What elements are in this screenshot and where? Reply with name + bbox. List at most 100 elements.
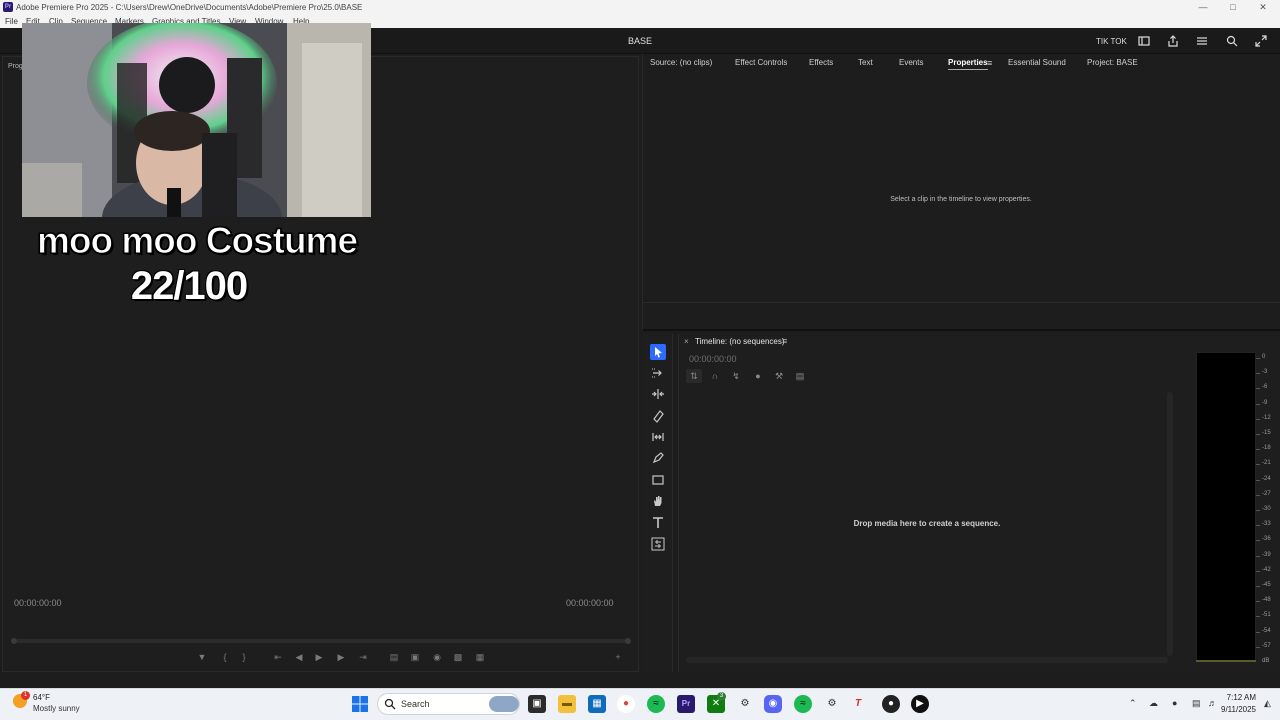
linked-selection-icon[interactable]: ↯: [728, 369, 744, 383]
db-scale-tick: [1256, 449, 1260, 451]
db-scale-tick: [1256, 555, 1260, 557]
type-tool-icon[interactable]: [650, 515, 666, 531]
db-scale-tick: [1256, 479, 1260, 481]
db-scale-label: -27: [1262, 490, 1271, 497]
export-frame-icon[interactable]: ◉: [430, 651, 444, 663]
weather-description[interactable]: Mostly sunny: [33, 704, 80, 713]
tab-text[interactable]: Text: [858, 58, 873, 67]
tray-cloud-icon[interactable]: ☁: [1149, 698, 1158, 709]
scrub-out-handle[interactable]: [625, 638, 631, 644]
timeline-menu-icon[interactable]: ≡: [782, 336, 787, 346]
db-scale-tick: [1256, 631, 1260, 633]
close-button[interactable]: ✕: [1248, 1, 1278, 13]
properties-divider: [642, 302, 1280, 303]
mark-in-icon[interactable]: {: [218, 651, 232, 663]
button-editor-icon[interactable]: +: [611, 651, 625, 663]
timeline-close-icon[interactable]: ×: [684, 337, 689, 346]
share-icon[interactable]: [1166, 34, 1180, 48]
file-explorer-icon[interactable]: ▬: [558, 695, 576, 713]
insert-nest-icon[interactable]: ⇅: [686, 369, 702, 383]
text-app-icon[interactable]: T: [849, 695, 867, 713]
playhead-timecode[interactable]: 00:00:00:00: [14, 598, 62, 608]
rectangle-tool-icon[interactable]: [650, 472, 666, 488]
proxy-toggle-icon[interactable]: ▦: [473, 651, 487, 663]
panel-layout-icon[interactable]: [1137, 34, 1151, 48]
menu-lines-icon[interactable]: [1195, 34, 1209, 48]
notification-bell-icon[interactable]: ◭: [1264, 698, 1271, 709]
timeline-drop-message[interactable]: Drop media here to create a sequence.: [678, 519, 1176, 528]
db-scale-label: -21: [1262, 460, 1271, 467]
db-scale-label: -3: [1262, 369, 1268, 376]
timeline-horizontal-scrollbar[interactable]: [686, 657, 1168, 663]
comparison-view-icon[interactable]: ▩: [451, 651, 465, 663]
track-select-tool-icon[interactable]: [650, 365, 666, 381]
captions-icon[interactable]: ▤: [792, 369, 808, 383]
db-scale-tick: [1256, 586, 1260, 587]
minimize-button[interactable]: —: [1188, 1, 1218, 13]
taskbar-search-placeholder: Search: [401, 699, 430, 709]
timeline-title[interactable]: Timeline: (no sequences): [695, 337, 785, 346]
tray-chevron-up-icon[interactable]: ⌃: [1129, 698, 1137, 709]
go-to-in-icon[interactable]: ⇤: [271, 651, 285, 663]
maximize-button[interactable]: □: [1218, 1, 1248, 13]
task-view-icon[interactable]: ▣: [528, 695, 546, 713]
tab-properties[interactable]: Properties: [948, 58, 988, 70]
ripple-edit-tool-icon[interactable]: [650, 386, 666, 402]
chrome-icon[interactable]: ●: [617, 695, 635, 713]
timeline-vertical-scrollbar[interactable]: [1167, 392, 1173, 656]
clock-time[interactable]: 7:12 AM: [1200, 693, 1256, 702]
tab-essential-sound[interactable]: Essential Sound: [1008, 58, 1066, 67]
snap-icon[interactable]: ∩: [707, 369, 723, 383]
hand-tool-icon[interactable]: [650, 493, 666, 509]
windows-start-icon[interactable]: [352, 696, 368, 712]
tab-source[interactable]: Source: (no clips): [650, 58, 712, 67]
db-scale-label: 0: [1262, 354, 1266, 360]
tab-events[interactable]: Events: [899, 58, 923, 67]
search-icon[interactable]: [1225, 34, 1239, 48]
obs-icon[interactable]: ●: [882, 695, 900, 713]
timeline-timecode[interactable]: 00:00:00:00: [689, 354, 737, 364]
settings-alt-icon[interactable]: ⚙: [823, 695, 841, 713]
lift-icon[interactable]: ▤: [387, 651, 401, 663]
slip-tool-icon[interactable]: [650, 429, 666, 445]
go-to-out-icon[interactable]: ⇥: [356, 651, 370, 663]
program-scrub-bar[interactable]: [11, 638, 631, 644]
tab-effect-controls[interactable]: Effect Controls: [735, 58, 787, 67]
db-scale-tick: [1256, 403, 1260, 405]
extract-icon[interactable]: ▣: [408, 651, 422, 663]
db-scale-tick: [1256, 525, 1260, 527]
weather-temperature[interactable]: 64°F: [33, 693, 50, 702]
menu-file[interactable]: File: [5, 17, 18, 26]
db-scale-label: -42: [1262, 566, 1271, 573]
discord-icon[interactable]: ◉: [764, 695, 782, 713]
selection-tool-icon[interactable]: [650, 344, 666, 360]
tab-effects[interactable]: Effects: [809, 58, 833, 67]
spotify-icon[interactable]: ≈: [647, 695, 665, 713]
microphone-icon[interactable]: ●: [1172, 698, 1177, 708]
wrench-settings-icon[interactable]: ⚒: [771, 369, 787, 383]
db-scale-tick: [1256, 510, 1260, 511]
play-icon[interactable]: ▶: [312, 651, 326, 663]
fullscreen-icon[interactable]: [1254, 34, 1268, 48]
media-player-icon[interactable]: ▶: [911, 695, 929, 713]
tab-project[interactable]: Project: BASE: [1087, 58, 1138, 67]
mark-out-icon[interactable]: }: [237, 651, 251, 663]
premiere-pro-taskbar-icon[interactable]: Pr: [677, 695, 695, 713]
pen-tool-icon[interactable]: [650, 450, 666, 466]
step-forward-icon[interactable]: ▶: [334, 651, 348, 663]
remix-tool-icon[interactable]: [650, 536, 666, 552]
caption-line-1: moo moo Costume: [36, 220, 358, 262]
properties-menu-icon[interactable]: ≡: [987, 58, 992, 68]
spotify-secondary-icon[interactable]: ≈: [794, 695, 812, 713]
microsoft-store-icon[interactable]: ▦: [588, 695, 606, 713]
clock-date[interactable]: 9/11/2025: [1200, 705, 1256, 714]
settings-gear-icon[interactable]: ⚙: [736, 695, 754, 713]
program-monitor-tab[interactable]: Prog: [8, 63, 23, 70]
add-marker-icon[interactable]: ▼: [195, 651, 209, 663]
add-marker-timeline-icon[interactable]: ●: [750, 369, 766, 383]
razor-tool-icon[interactable]: [650, 408, 666, 424]
scrub-in-handle[interactable]: [11, 638, 17, 644]
step-back-icon[interactable]: ◀: [292, 651, 306, 663]
window-title: Adobe Premiere Pro 2025 - C:\Users\Drew\…: [16, 3, 363, 12]
workspace-selector[interactable]: TIK TOK: [1096, 37, 1127, 46]
